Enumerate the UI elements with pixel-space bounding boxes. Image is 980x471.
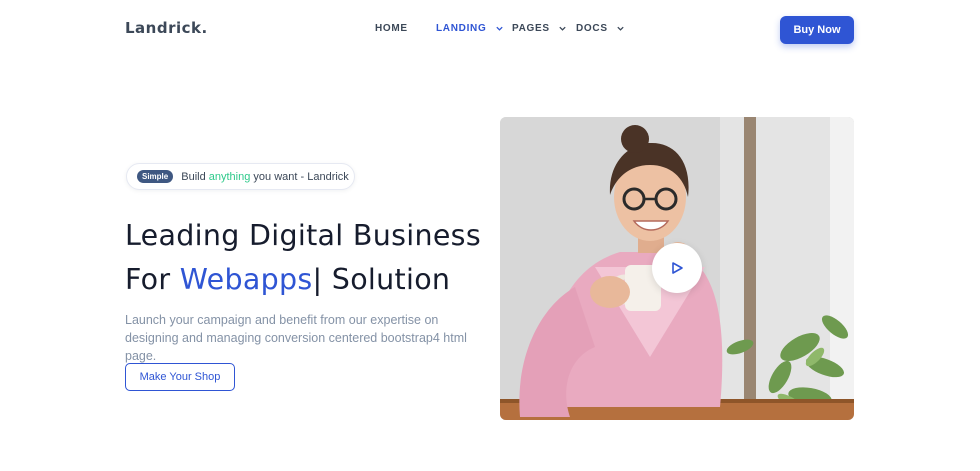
headline-line-1: Leading Digital Business xyxy=(125,219,481,252)
hero-headline: Leading Digital Business For Webapps| So… xyxy=(125,214,481,302)
headline-prefix: For xyxy=(125,263,180,296)
badge-text-after: you want - Landrick xyxy=(250,170,349,183)
chevron-down-icon xyxy=(617,26,624,31)
nav-item-label: HOME xyxy=(375,23,408,34)
page: Landrick. HOME LANDING PAGES DOCS Buy No… xyxy=(0,0,980,471)
buy-now-button[interactable]: Buy Now xyxy=(780,16,854,44)
hero-description: Launch your campaign and benefit from ou… xyxy=(125,313,467,363)
badge-text-before: Build xyxy=(181,170,209,183)
play-video-button[interactable] xyxy=(652,243,702,293)
headline-suffix: Solution xyxy=(322,263,451,296)
nav-item-pages[interactable]: PAGES xyxy=(512,23,567,34)
brand-logo[interactable]: Landrick. xyxy=(125,19,208,37)
chevron-down-icon xyxy=(496,26,503,31)
headline-line-2: For Webapps| Solution xyxy=(125,258,481,302)
nav-item-docs[interactable]: DOCS xyxy=(576,23,625,34)
navbar: Landrick. HOME LANDING PAGES DOCS Buy No… xyxy=(0,0,980,60)
chevron-down-icon xyxy=(559,26,566,31)
nav-item-label: DOCS xyxy=(576,23,608,34)
announcement-badge: Simple Build anything you want - Landric… xyxy=(126,163,355,190)
badge-text-highlight: anything xyxy=(208,170,251,183)
nav-item-landing[interactable]: LANDING xyxy=(436,23,504,34)
headline-highlight: Webapps xyxy=(179,263,313,296)
nav-item-home[interactable]: HOME xyxy=(375,23,408,34)
make-your-shop-button[interactable]: Make Your Shop xyxy=(125,363,235,391)
typing-cursor: | xyxy=(312,263,323,296)
nav-item-label: LANDING xyxy=(436,23,487,34)
play-icon xyxy=(672,262,683,274)
badge-text: Build anything you want - Landrick xyxy=(181,171,349,183)
badge-tag: Simple xyxy=(137,170,174,183)
nav-item-label: PAGES xyxy=(512,23,550,34)
